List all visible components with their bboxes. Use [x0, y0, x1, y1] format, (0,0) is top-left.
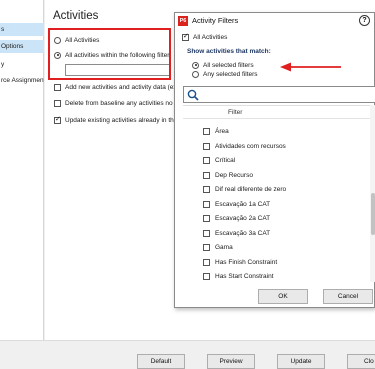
filter-item[interactable]: Gama [203, 243, 233, 253]
filter-checkbox[interactable] [203, 243, 210, 251]
search-input[interactable] [183, 86, 375, 103]
radio-all-selected-control[interactable] [192, 61, 199, 69]
left-nav-item-options[interactable]: Options [0, 40, 44, 53]
left-nav-pane: s Options y rce Assignment [0, 0, 44, 340]
radio-all-selected-label: All selected filters [203, 62, 254, 69]
checkbox-add-new-label: Add new activities and activity data (ex… [65, 84, 184, 91]
left-nav-item-resource-assignment[interactable]: rce Assignment [0, 74, 44, 87]
ok-button[interactable]: OK [258, 289, 308, 304]
filter-item-label: Dep Recurso [215, 172, 253, 179]
checkbox-all-activities-label: All Activities [193, 34, 228, 41]
filter-checkbox[interactable] [203, 214, 210, 222]
checkbox-all-activities[interactable]: All Activities [182, 33, 227, 42]
red-highlight-box [48, 28, 171, 80]
filter-item[interactable]: Escavação 1a CAT [203, 200, 270, 210]
radio-all-selected-filters[interactable]: All selected filters [192, 61, 254, 70]
filter-checkbox[interactable] [203, 258, 210, 266]
checkbox-all-activities-control[interactable] [182, 33, 189, 41]
checkbox-add-new-activities[interactable]: Add new activities and activity data (ex… [54, 83, 184, 92]
filter-item[interactable]: Dif real diferente de zero [203, 185, 286, 195]
filter-list-scrollbar[interactable] [371, 193, 375, 235]
search-icon[interactable] [187, 89, 199, 101]
filter-item[interactable]: Has Finish Constraint [203, 258, 277, 268]
filter-item-label: Crítical [215, 157, 236, 164]
radio-any-selected-control[interactable] [192, 70, 199, 78]
filter-checkbox[interactable] [203, 185, 210, 193]
checkbox-delete-label: Delete from baseline any activities no l… [65, 100, 184, 107]
filter-item-label: Escavação 3a CAT [215, 230, 271, 237]
checkbox-update-control[interactable] [54, 116, 61, 124]
checkbox-update-existing[interactable]: Update existing activities already in th… [54, 116, 183, 125]
filter-list[interactable]: Filter Área Atividades com recursos Crít… [183, 105, 375, 282]
filter-item-label: Área [215, 128, 229, 135]
filter-column-header[interactable]: Filter [183, 108, 371, 119]
filter-checkbox[interactable] [203, 142, 210, 150]
dialog-title-bar[interactable]: P6 Activity Filters ? [175, 13, 374, 29]
filter-item[interactable]: Has Start Constraint [203, 272, 274, 282]
filter-item-label: Has Finish Constraint [215, 259, 278, 266]
filter-item[interactable]: Atividades com recursos [203, 142, 286, 152]
preview-button[interactable]: Preview [207, 354, 255, 369]
red-arrow-icon [280, 62, 341, 72]
filter-item-label: Gama [215, 244, 233, 251]
page-title: Activities [53, 10, 99, 22]
checkbox-add-new-control[interactable] [54, 83, 61, 91]
p6-app-icon: P6 [178, 16, 188, 26]
radio-any-selected-filters[interactable]: Any selected filters [192, 70, 258, 79]
match-section-label: Show activities that match: [187, 48, 271, 55]
default-button[interactable]: Default [137, 354, 185, 369]
checkbox-delete-from-baseline[interactable]: Delete from baseline any activities no l… [54, 99, 183, 108]
filter-item[interactable]: Escavação 3a CAT [203, 229, 270, 239]
filter-checkbox[interactable] [203, 200, 210, 208]
filter-item-label: Dif real diferente de zero [215, 186, 287, 193]
checkbox-delete-control[interactable] [54, 99, 61, 107]
checkbox-update-label: Update existing activities already in th… [65, 117, 183, 124]
filter-checkbox[interactable] [203, 272, 210, 280]
radio-any-selected-label: Any selected filters [203, 71, 258, 78]
cancel-button[interactable]: Cancel [323, 289, 373, 304]
dialog-title: Activity Filters [192, 16, 239, 25]
filter-item[interactable]: Área [203, 127, 229, 137]
filter-column-header-label: Filter [228, 109, 243, 116]
help-icon[interactable]: ? [359, 15, 370, 26]
activity-filters-dialog: P6 Activity Filters ? All Activities Sho… [174, 12, 375, 308]
filter-item[interactable]: Escavação 2a CAT [203, 214, 270, 224]
filter-checkbox[interactable] [203, 229, 210, 237]
filter-item[interactable]: Dep Recurso [203, 171, 253, 181]
filter-item-label: Escavação 2a CAT [215, 215, 271, 222]
left-nav-item-3[interactable]: y [0, 58, 44, 71]
filter-item-label: Escavação 1a CAT [215, 201, 271, 208]
filter-item-label: Atividades com recursos [215, 143, 286, 150]
filter-item-label: Has Start Constraint [215, 273, 274, 280]
close-button[interactable]: Clo [347, 354, 375, 369]
filter-checkbox[interactable] [203, 127, 210, 135]
filter-checkbox[interactable] [203, 156, 210, 164]
left-nav-item-selected[interactable]: s [0, 23, 44, 36]
filter-checkbox[interactable] [203, 171, 210, 179]
filter-item[interactable]: Crítical [203, 156, 235, 166]
update-button[interactable]: Update [277, 354, 325, 369]
